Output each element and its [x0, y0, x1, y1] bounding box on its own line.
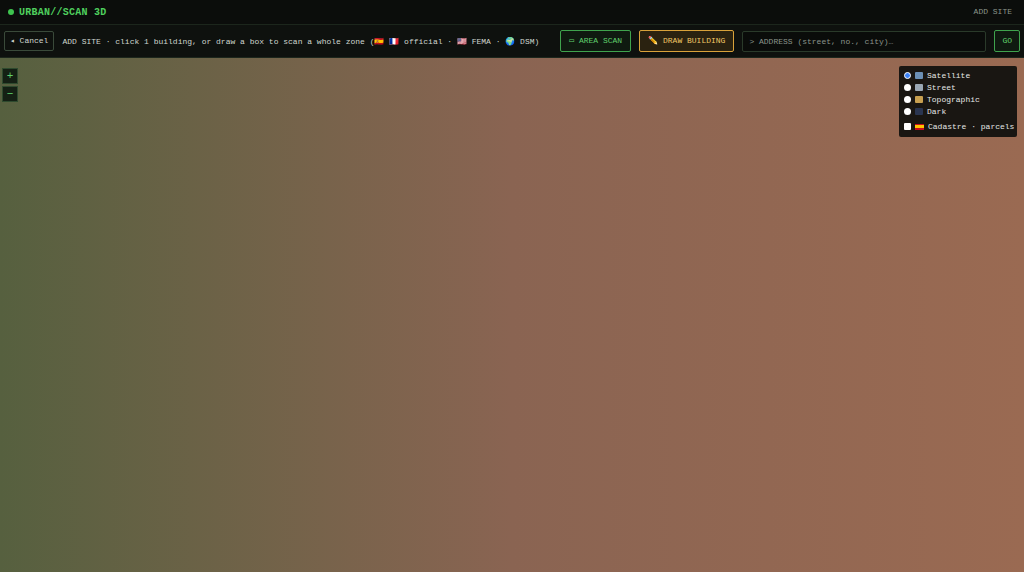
- app-logo: URBAN//SCAN 3D: [8, 5, 107, 20]
- layer-label: Dark: [927, 106, 946, 118]
- layer-icon: [915, 96, 923, 103]
- zoom-button[interactable]: −: [2, 86, 18, 102]
- map-view[interactable]: +−SatelliteStreetTopographicDarkCadastre…: [0, 58, 1024, 572]
- mode-button[interactable]: ✏️ DRAW BUILDING: [639, 30, 734, 52]
- layer-option[interactable]: Topographic: [904, 94, 1012, 105]
- status-dot-icon: [8, 9, 14, 15]
- layer-option[interactable]: Dark: [904, 106, 1012, 117]
- toolbar: ◂ Cancel ADD SITE · click 1 building, or …: [0, 25, 1024, 58]
- overlay-label: Cadastre · parcels: [928, 121, 1014, 133]
- header-action[interactable]: ADD SITE: [974, 6, 1016, 18]
- layer-panel: SatelliteStreetTopographicDark Cadastre ·…: [899, 66, 1017, 137]
- layer-label: Street: [927, 82, 956, 94]
- layer-label: Topographic: [927, 94, 980, 106]
- radio-icon[interactable]: [904, 108, 911, 115]
- flag-icon: [915, 124, 924, 130]
- layer-option[interactable]: Satellite: [904, 70, 1012, 81]
- header-bar: URBAN//SCAN 3D ADD SITE: [0, 0, 1024, 25]
- layer-label: Satellite: [927, 70, 970, 82]
- radio-icon[interactable]: [904, 72, 911, 79]
- zoom-control: +−: [2, 68, 18, 102]
- app-title: URBAN//SCAN 3D: [19, 5, 107, 20]
- checkbox-icon[interactable]: [904, 123, 911, 130]
- mode-button[interactable]: ▭ AREA SCAN: [560, 30, 631, 52]
- layer-icon: [915, 72, 923, 79]
- app: URBAN//SCAN 3D ADD SITE ◂ Cancel ADD SITE ·…: [0, 0, 1024, 572]
- layer-icon: [915, 84, 923, 91]
- zoom-button[interactable]: +: [2, 68, 18, 84]
- go-button[interactable]: GO: [994, 30, 1020, 52]
- overlay-option[interactable]: Cadastre · parcels: [904, 120, 1012, 133]
- hint-text: ADD SITE · click 1 building, or draw a b…: [62, 36, 552, 47]
- layer-icon: [915, 108, 923, 115]
- address-input[interactable]: [742, 31, 986, 52]
- radio-icon[interactable]: [904, 96, 911, 103]
- cancel-button[interactable]: ◂ Cancel: [4, 31, 54, 51]
- layer-option[interactable]: Street: [904, 82, 1012, 93]
- radio-icon[interactable]: [904, 84, 911, 91]
